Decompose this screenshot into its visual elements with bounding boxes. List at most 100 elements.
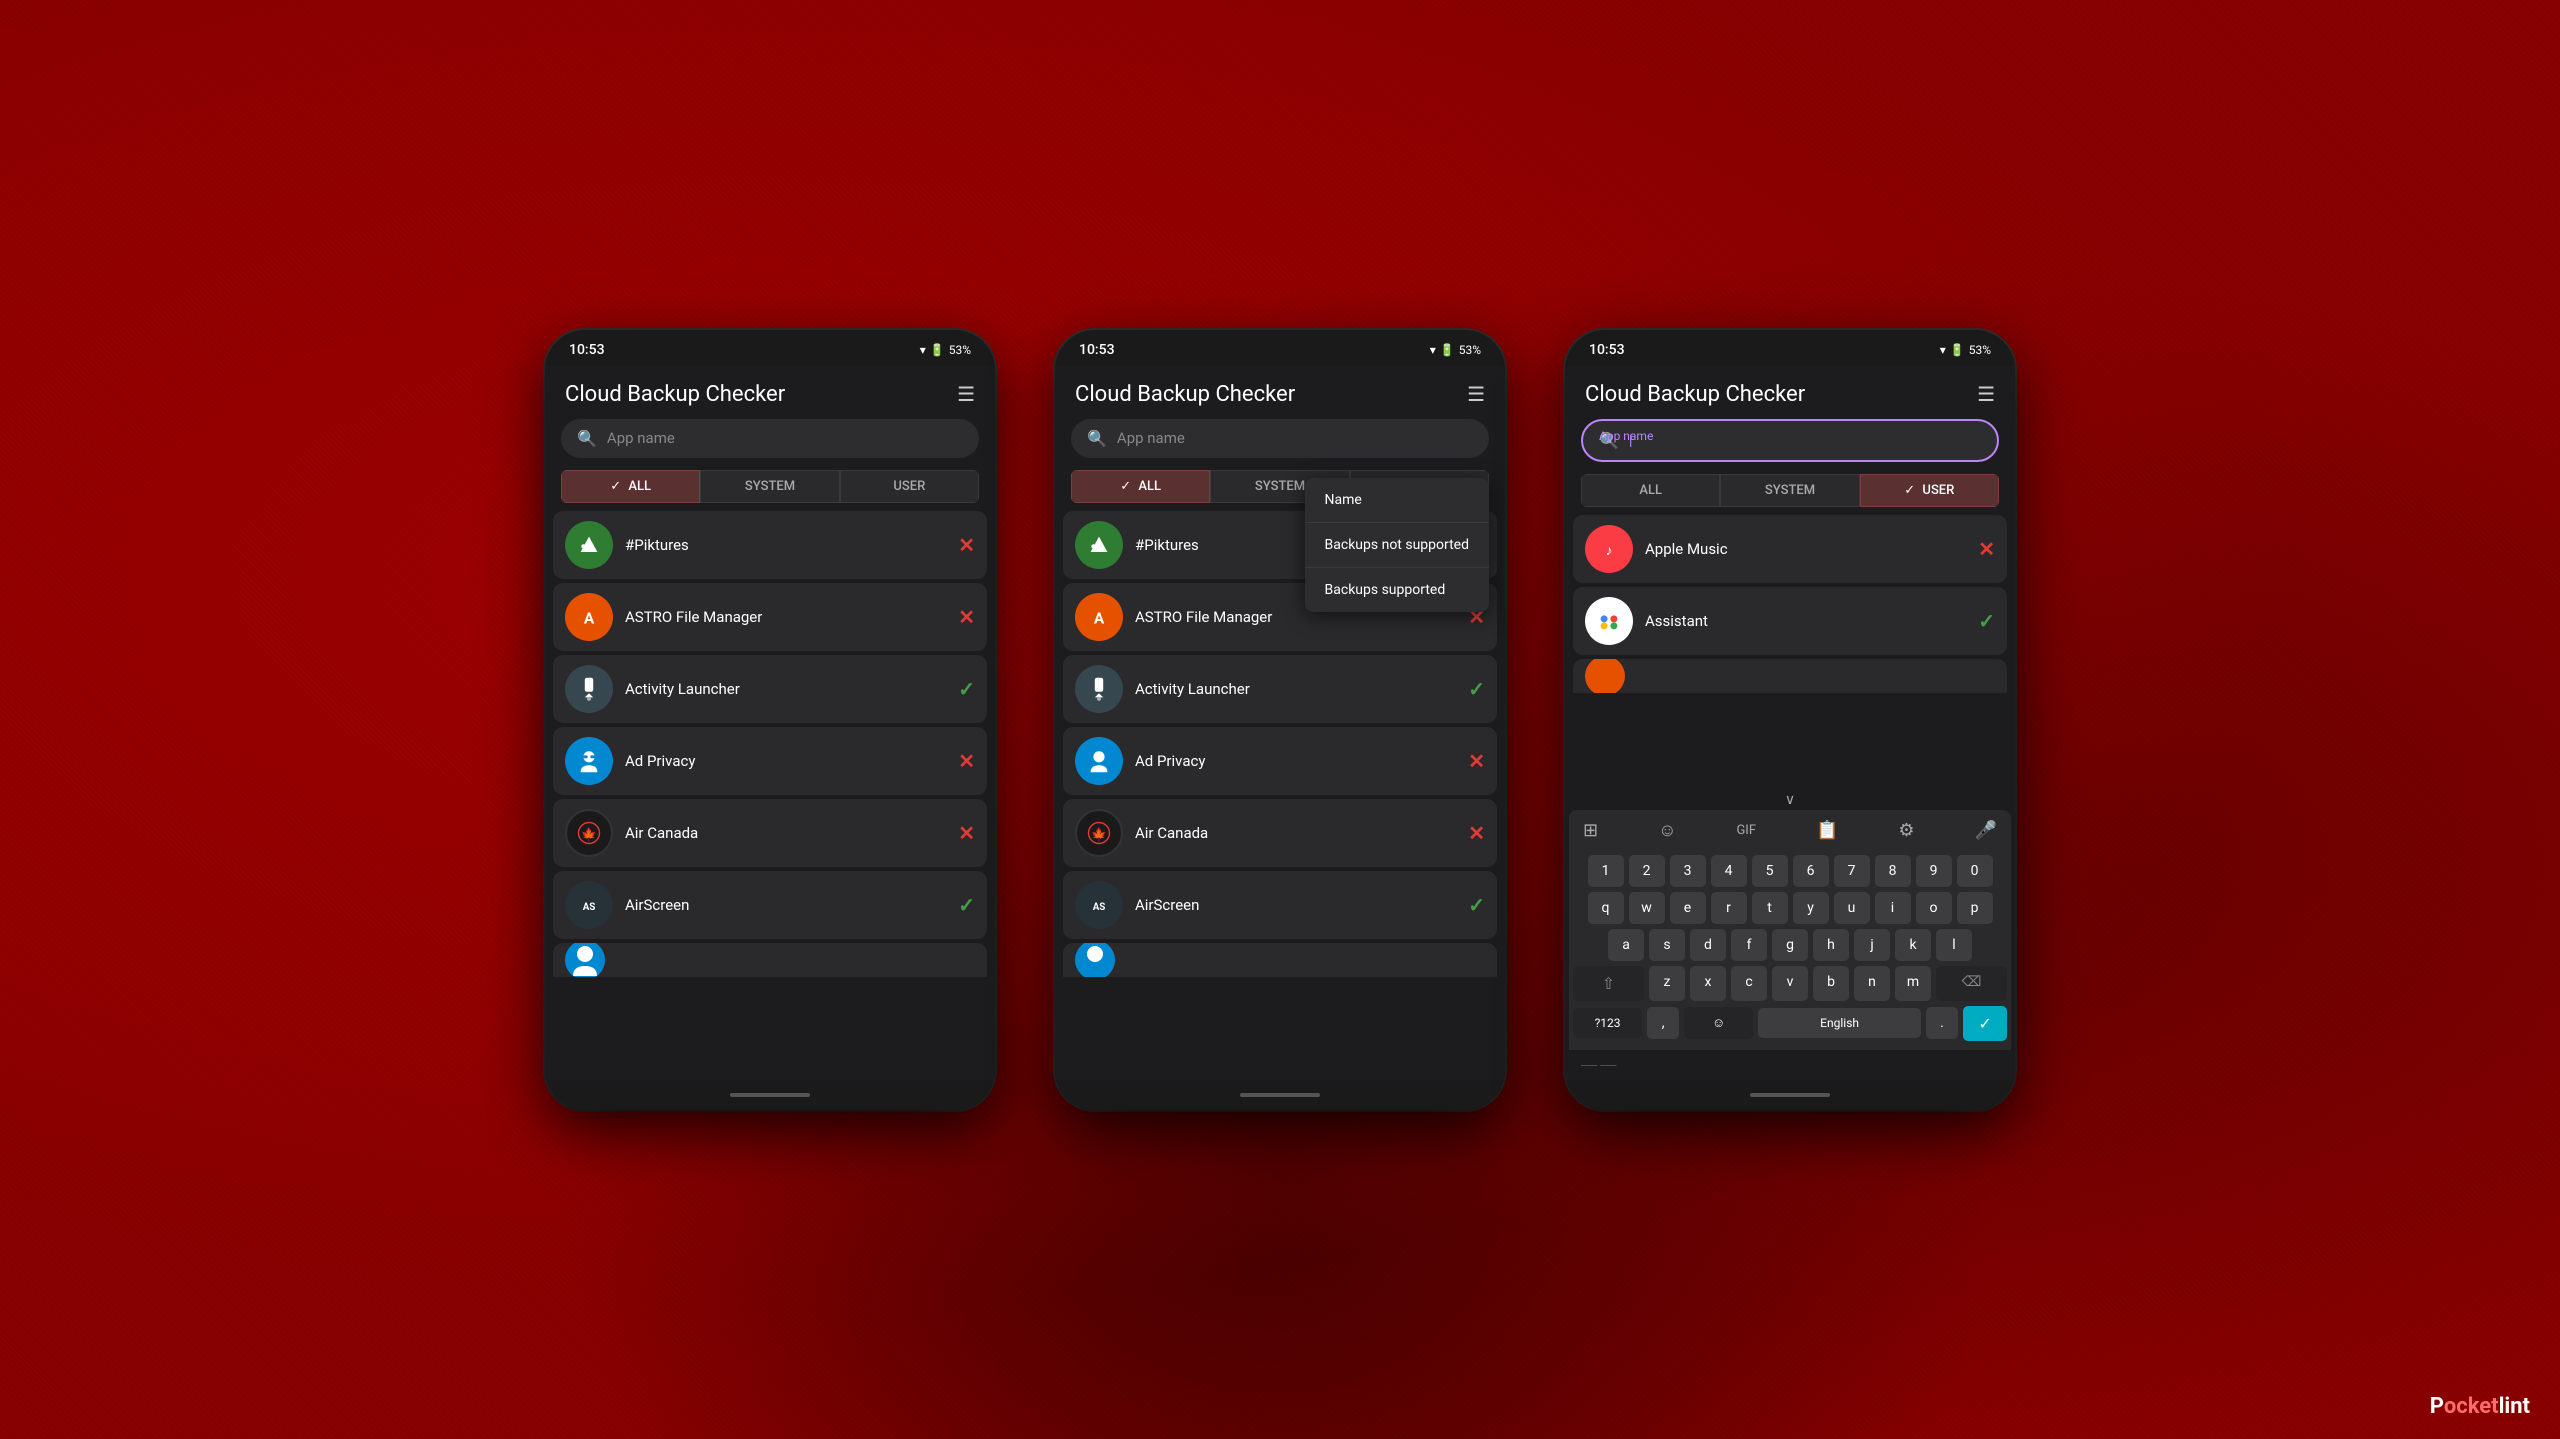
list-item-partial-3 [1573, 659, 2007, 693]
list-item[interactable]: AS AirScreen ✓ [1063, 871, 1497, 939]
status-check-activity-2: ✓ [1468, 677, 1485, 701]
key-period[interactable]: . [1926, 1007, 1958, 1039]
key-o[interactable]: o [1916, 892, 1952, 924]
tab-system-3[interactable]: SYSTEM [1720, 474, 1859, 507]
key-d[interactable]: d [1690, 929, 1726, 961]
dropdown-item-name[interactable]: Name [1305, 478, 1489, 523]
key-y[interactable]: y [1793, 892, 1829, 924]
dropdown-item-supported[interactable]: Backups supported [1305, 568, 1489, 612]
app-name-applemusic-3: Apple Music [1645, 540, 1966, 558]
tab-all-1[interactable]: ✓ ALL [561, 470, 700, 503]
list-item[interactable]: A ASTRO File Manager ✕ [553, 583, 987, 651]
key-j[interactable]: j [1854, 929, 1890, 961]
key-v[interactable]: v [1772, 966, 1808, 1001]
list-item[interactable]: Activity Launcher ✓ [553, 655, 987, 723]
key-enter[interactable]: ✓ [1963, 1006, 2007, 1041]
app-icon-astro-1: A [565, 593, 613, 641]
key-7[interactable]: 7 [1834, 855, 1870, 887]
svg-text:🍁: 🍁 [581, 826, 597, 842]
list-item[interactable]: 🍁 Air Canada ✕ [1063, 799, 1497, 867]
tab-all-3[interactable]: ALL [1581, 474, 1720, 507]
app-icon-piktures-2 [1075, 521, 1123, 569]
list-item[interactable]: Ad Privacy ✕ [553, 727, 987, 795]
key-emoji-bottom[interactable]: ☺ [1684, 1007, 1753, 1039]
tab-user-1[interactable]: USER [840, 470, 979, 503]
key-t[interactable]: t [1752, 892, 1788, 924]
key-a[interactable]: a [1608, 929, 1644, 961]
keyboard-emoji-icon[interactable]: ☺ [1652, 816, 1682, 845]
key-q[interactable]: q [1588, 892, 1624, 924]
list-item[interactable]: ♪ Apple Music ✕ [1573, 515, 2007, 583]
key-w[interactable]: w [1629, 892, 1665, 924]
key-r[interactable]: r [1711, 892, 1747, 924]
app-title-1: Cloud Backup Checker [565, 382, 785, 407]
list-item[interactable]: 🍁 Air Canada ✕ [553, 799, 987, 867]
tab-user-3[interactable]: ✓ USER [1860, 474, 1999, 507]
keyboard-grid-icon[interactable]: ⊞ [1577, 816, 1604, 845]
status-icons-1: ▾ 🔋 53% [920, 343, 971, 357]
dropdown-item-not-supported[interactable]: Backups not supported [1305, 523, 1489, 568]
key-4[interactable]: 4 [1711, 855, 1747, 887]
list-item[interactable]: Assistant ✓ [1573, 587, 2007, 655]
key-row-qwerty: q w e r t y u i o p [1573, 892, 2007, 924]
keyboard-mic-icon[interactable]: 🎤 [1969, 816, 2003, 845]
key-6[interactable]: 6 [1793, 855, 1829, 887]
key-g[interactable]: g [1772, 929, 1808, 961]
list-item[interactable]: AS AirScreen ✓ [553, 871, 987, 939]
key-shift[interactable]: ⇧ [1573, 966, 1644, 1001]
filter-icon-3[interactable]: ☰ [1977, 382, 1995, 406]
list-item-partial-2 [1063, 943, 1497, 977]
tab-system-1[interactable]: SYSTEM [700, 470, 839, 503]
keyboard-gif-icon[interactable]: GIF [1730, 819, 1762, 842]
app-icon-aircanada-2: 🍁 [1075, 809, 1123, 857]
key-8[interactable]: 8 [1875, 855, 1911, 887]
key-symbols[interactable]: ?123 [1573, 1008, 1642, 1038]
key-e[interactable]: e [1670, 892, 1706, 924]
key-i[interactable]: i [1875, 892, 1911, 924]
key-b[interactable]: b [1813, 966, 1849, 1001]
search-icon-2: 🔍 [1087, 429, 1107, 448]
key-backspace[interactable]: ⌫ [1936, 966, 2007, 1001]
key-0[interactable]: 0 [1957, 855, 1993, 887]
keyboard-clipboard-icon[interactable]: 📋 [1810, 816, 1844, 845]
app-icon-piktures-1 [565, 521, 613, 569]
sort-dropdown-2[interactable]: Name Backups not supported Backups suppo… [1305, 478, 1489, 612]
key-n[interactable]: n [1854, 966, 1890, 1001]
search-bar-1[interactable]: 🔍 App name [561, 419, 979, 458]
key-p[interactable]: p [1957, 892, 1993, 924]
key-u[interactable]: u [1834, 892, 1870, 924]
key-5[interactable]: 5 [1752, 855, 1788, 887]
app-list-1: #Piktures ✕ A ASTRO File Manager ✕ Activ… [545, 511, 995, 1080]
key-s[interactable]: s [1649, 929, 1685, 961]
key-z[interactable]: z [1649, 966, 1685, 1001]
phones-container: 10:53 ▾ 🔋 53% Cloud Backup Checker ☰ 🔍 A… [0, 0, 2560, 1439]
key-c[interactable]: c [1731, 966, 1767, 1001]
key-comma[interactable]: , [1647, 1007, 1679, 1039]
list-item[interactable]: Activity Launcher ✓ [1063, 655, 1497, 723]
key-k[interactable]: k [1895, 929, 1931, 961]
search-bar-2[interactable]: 🔍 App name [1071, 419, 1489, 458]
key-l[interactable]: l [1936, 929, 1972, 961]
chevron-down-icon[interactable]: ∨ [1785, 792, 1795, 808]
svg-text:AS: AS [1093, 901, 1106, 912]
key-9[interactable]: 9 [1916, 855, 1952, 887]
list-item[interactable]: #Piktures ✕ [553, 511, 987, 579]
key-3[interactable]: 3 [1670, 855, 1706, 887]
key-h[interactable]: h [1813, 929, 1849, 961]
key-row-zxcv: ⇧ z x c v b n m ⌫ [1573, 966, 2007, 1001]
nav-bar-1 [545, 1080, 995, 1110]
key-f[interactable]: f [1731, 929, 1767, 961]
search-bar-3[interactable]: 🔍 App name | [1581, 419, 1999, 462]
key-m[interactable]: m [1895, 966, 1931, 1001]
key-x[interactable]: x [1690, 966, 1726, 1001]
key-1[interactable]: 1 [1588, 855, 1624, 887]
filter-icon-2[interactable]: ☰ [1467, 382, 1485, 406]
key-row-asdf: a s d f g h j k l [1573, 929, 2007, 961]
keyboard-settings-icon[interactable]: ⚙ [1892, 816, 1920, 845]
key-space-english[interactable]: English [1758, 1008, 1921, 1038]
list-item[interactable]: Ad Privacy ✕ [1063, 727, 1497, 795]
key-2[interactable]: 2 [1629, 855, 1665, 887]
search-placeholder-1: App name [607, 429, 675, 447]
tab-all-2[interactable]: ✓ ALL [1071, 470, 1210, 503]
filter-icon-1[interactable]: ☰ [957, 382, 975, 406]
